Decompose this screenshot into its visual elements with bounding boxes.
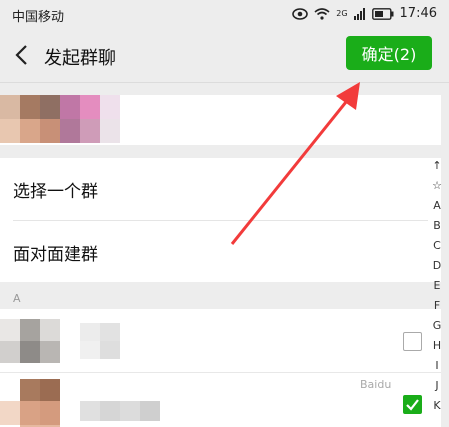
annotation-arrow-icon bbox=[230, 82, 360, 245]
